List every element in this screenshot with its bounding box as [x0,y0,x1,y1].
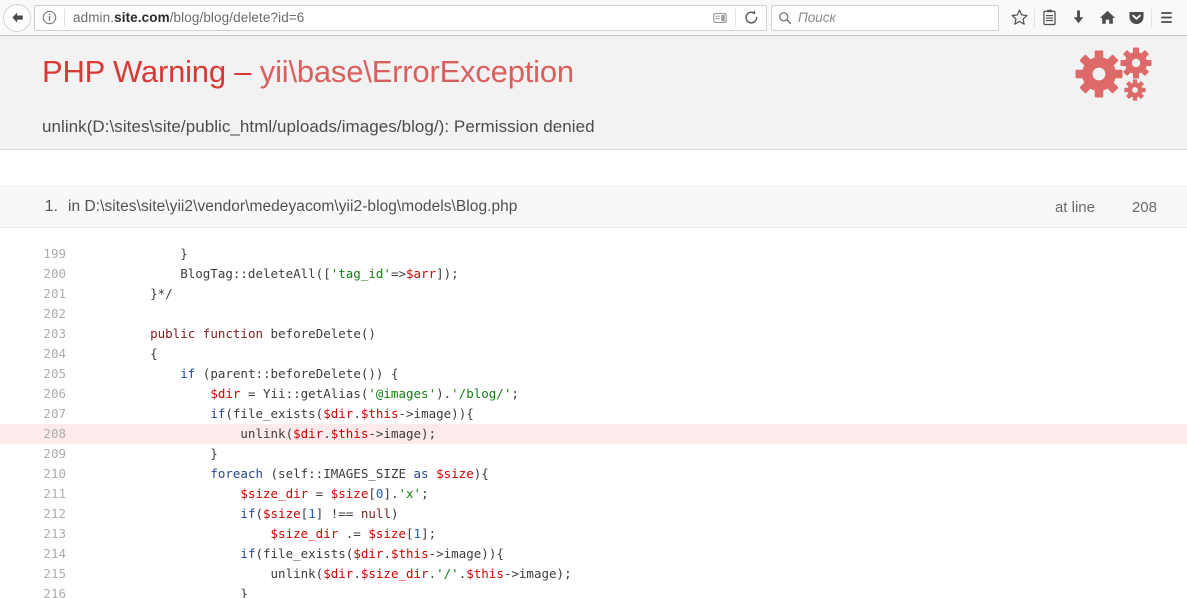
code-line-number: 209 [43,446,66,461]
code-line: 215 unlink($dir.$size_dir.'/'.$this->ima… [0,564,1187,584]
code-line-number: 203 [43,326,66,341]
at-line-label: at line [1054,198,1095,216]
code-line-number: 207 [43,406,66,421]
code-line-text: } [120,446,218,461]
code-line-number: 200 [43,266,66,281]
reload-icon[interactable] [736,6,766,30]
back-arrow-icon [3,3,31,32]
browser-toolbar: admin.site.com/blog/blog/delete?id=6 [0,0,1187,36]
trace-file-name: D:\sites\site\yii2\vendor\medeyacom\yii2… [84,198,518,215]
hamburger-menu-icon[interactable] [1152,3,1181,33]
gears-icon [1073,40,1163,112]
code-line-number: 211 [43,486,66,501]
code-line: 210 foreach (self::IMAGES_SIZE as $size)… [0,464,1187,484]
site-identity-button[interactable] [35,8,65,27]
pocket-icon[interactable] [1122,3,1151,33]
reader-mode-icon[interactable] [705,6,735,30]
code-line-number: 214 [43,546,66,561]
code-line: 206 $dir = Yii::getAlias('@images').'/bl… [0,384,1187,404]
code-line-text: if (parent::beforeDelete()) { [180,366,399,381]
search-input[interactable] [792,9,992,26]
trace-file-path: in D:\sites\site\yii2\vendor\medeyacom\y… [68,198,1055,216]
trace-line-number: 208 [1131,198,1157,216]
code-line-text: foreach (self::IMAGES_SIZE as $size){ [210,466,489,481]
page-title: PHP Warning – yii\base\ErrorException [0,48,1187,90]
code-line-number: 202 [43,306,66,321]
back-button[interactable] [2,3,32,33]
code-line-number: 206 [43,386,66,401]
url-path: /blog/blog/delete?id=6 [169,10,305,25]
code-line-number: 208 [43,426,66,441]
code-line: 213 $size_dir .= $size[1]; [0,524,1187,544]
url-text[interactable]: admin.site.com/blog/blog/delete?id=6 [65,10,705,25]
code-snippet: 199 } 200 BlogTag::deleteAll(['tag_id'=>$… [0,228,1187,598]
search-bar[interactable] [771,4,999,31]
code-line-number: 212 [43,506,66,521]
code-line-text: } [120,246,188,261]
trace-index: 1. [44,198,58,215]
code-line-text: $size_dir .= $size[1]; [270,526,437,541]
code-line-text: } [120,586,248,598]
code-line: 214 if(file_exists($dir.$this->image)){ [0,544,1187,564]
code-line-text: unlink($dir.$size_dir.'/'.$this->image); [120,566,572,581]
url-prefix: admin. [73,10,115,25]
url-bar[interactable]: admin.site.com/blog/blog/delete?id=6 [34,4,767,31]
star-bookmark-icon[interactable] [1005,3,1034,33]
library-icon[interactable] [1035,3,1064,33]
code-line-number: 216 [43,586,66,598]
code-line-number: 205 [43,366,66,381]
code-line: 209 } [0,444,1187,464]
url-domain: site.com [114,10,170,25]
code-line-number: 213 [43,526,66,541]
code-line: 201 }*/ [0,284,1187,304]
code-line: 212 if($size[1] !== null) [0,504,1187,524]
home-icon[interactable] [1093,3,1122,33]
code-line: 203 public function beforeDelete() [0,324,1187,344]
code-line-text: if($size[1] !== null) [240,506,399,521]
code-line: 207 if(file_exists($dir.$this->image)){ [0,404,1187,424]
code-line-text: }*/ [120,286,173,301]
code-line: 204 { [0,344,1187,364]
code-line: 211 $size_dir = $size[0].'x'; [0,484,1187,504]
stack-trace-row[interactable]: 1. in D:\sites\site\yii2\vendor\medeyaco… [0,186,1187,228]
code-line: 216 } [0,584,1187,598]
error-message: unlink(D:\sites\site/public_html/uploads… [42,116,595,136]
code-line-text: if(file_exists($dir.$this->image)){ [240,546,504,561]
trace-file-prefix: in [68,198,85,215]
code-line: 208 unlink($dir.$this->image); [0,424,1187,444]
code-line: 202 [0,304,1187,324]
code-line-number: 215 [43,566,66,581]
code-line-text: if(file_exists($dir.$this->image)){ [210,406,474,421]
info-circle-icon [42,10,57,25]
code-line-number: 201 [43,286,66,301]
exception-class: yii\base\ErrorException [259,54,574,89]
url-bar-actions [705,6,766,30]
code-line-text: $dir = Yii::getAlias('@images').'/blog/'… [210,386,519,401]
search-icon [779,11,792,24]
code-line-number: 204 [43,346,66,361]
error-header: PHP Warning – yii\base\ErrorException un… [0,36,1187,150]
code-line-text: unlink($dir.$this->image); [120,426,437,441]
code-line-text: { [120,346,158,361]
code-line: 200 BlogTag::deleteAll(['tag_id'=>$arr])… [0,264,1187,284]
download-icon[interactable] [1064,3,1093,33]
code-line-text: public function beforeDelete() [150,326,376,341]
error-type: PHP Warning [42,54,226,89]
code-line-number: 210 [43,466,66,481]
code-line-text: $size_dir = $size[0].'x'; [240,486,429,501]
code-line-number: 199 [43,246,66,261]
error-separator: – [225,54,260,89]
code-line-text: BlogTag::deleteAll(['tag_id'=>$arr]); [120,266,459,281]
code-line: 205 if (parent::beforeDelete()) { [0,364,1187,384]
code-line: 199 } [0,244,1187,264]
